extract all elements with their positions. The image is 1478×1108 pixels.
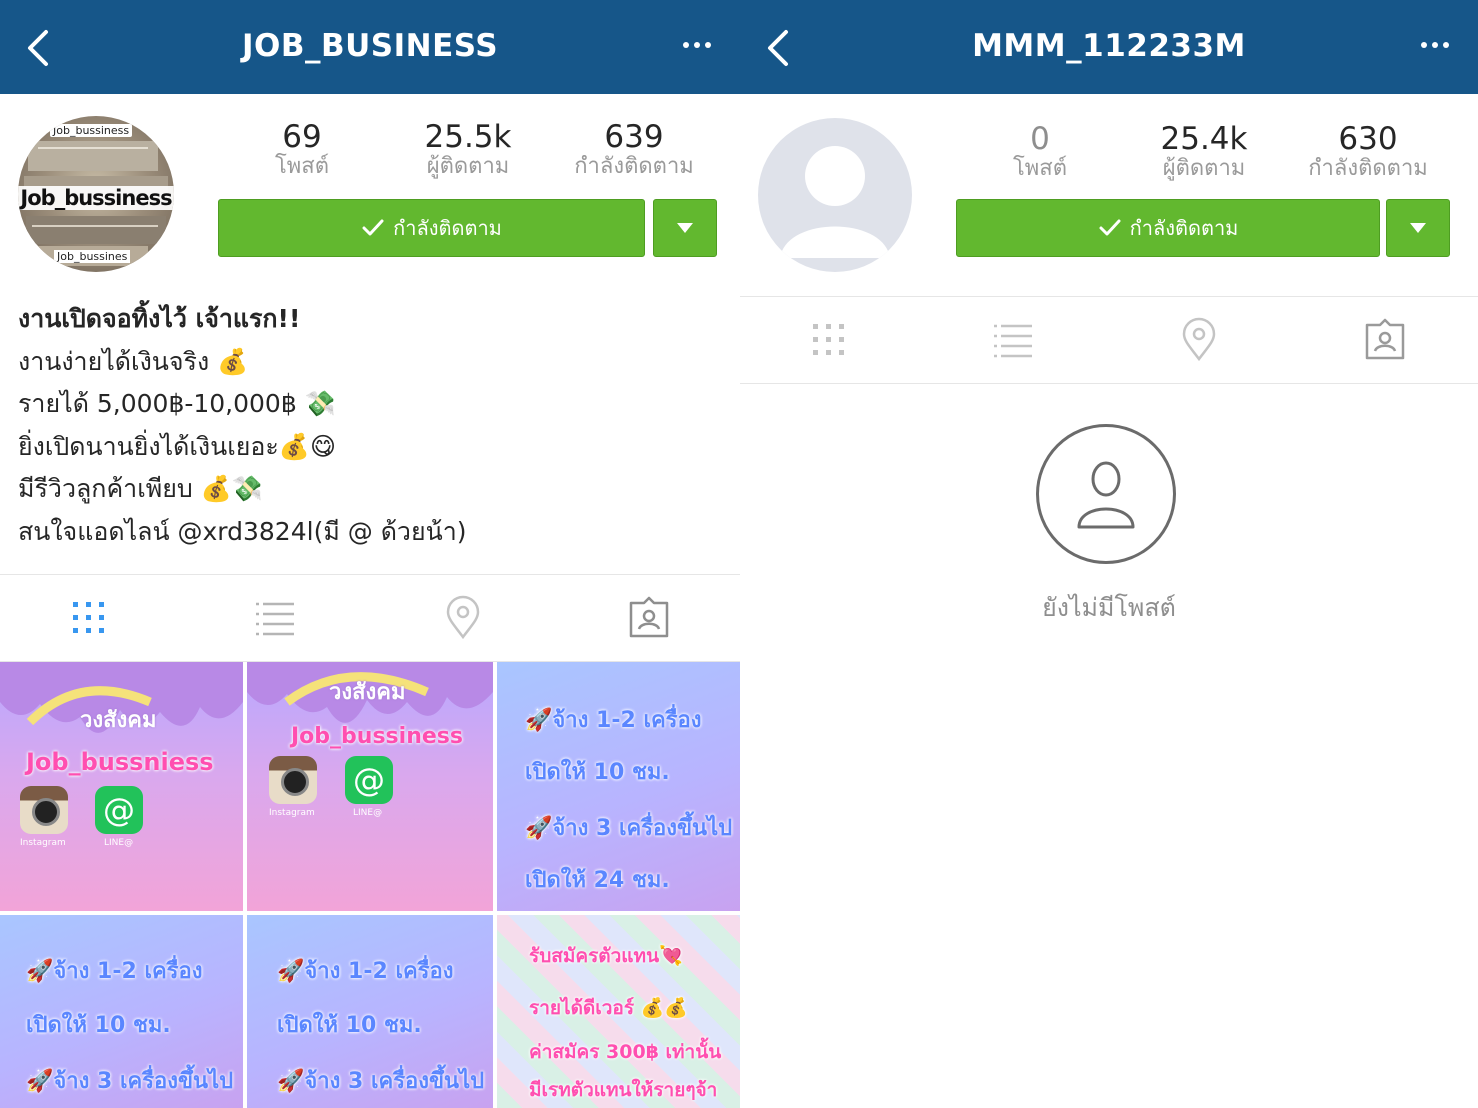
following-button-label: กำลังติดตาม <box>1129 216 1239 240</box>
following-label: กำลังติดตาม <box>1308 156 1428 181</box>
caret-down-icon <box>1410 223 1426 233</box>
post-title: วงสังคม <box>80 708 157 733</box>
person-outline-icon <box>1077 461 1135 529</box>
line-app-icon: @ <box>345 756 393 804</box>
following-button[interactable]: กำลังติดตาม <box>956 199 1380 257</box>
more-options-icon[interactable] <box>682 40 712 50</box>
posts-count: 0 <box>1030 121 1050 157</box>
post-line: 🚀จ้าง 3 เครื่องขึ้นไป <box>26 1069 234 1094</box>
post-line: เปิดให้ 10 ชม. <box>525 760 670 785</box>
followers-count: 25.4k <box>1160 121 1248 157</box>
following-button[interactable]: กำลังติดตาม <box>218 199 645 257</box>
post-line: เปิดให้ 10 ชม. <box>277 1013 422 1038</box>
bio-line: งานเปิดจอทิ้งไว้ เจ้าแรก!! <box>18 304 301 333</box>
post-brand: Job_bussiness <box>291 724 463 749</box>
person-silhouette-icon <box>780 146 890 258</box>
stat-followers[interactable]: 25.4k ผู้ติดตาม <box>1124 122 1284 182</box>
following-button-label: กำลังติดตาม <box>393 216 502 240</box>
followers-label: ผู้ติดตาม <box>1162 156 1246 181</box>
post-tile[interactable]: 🚀จ้าง 1-2 เครื่อง เปิดให้ 10 ชม. 🚀จ้าง 3… <box>0 915 243 1108</box>
caret-down-icon <box>677 223 693 233</box>
post-title: วงสังคม <box>329 680 406 705</box>
top-navbar: JOB_BUSINESS <box>0 0 740 94</box>
post-tile[interactable]: 🚀จ้าง 1-2 เครื่อง เปิดให้ 10 ชม. 🚀จ้าง 3… <box>247 915 493 1108</box>
post-tile[interactable]: วงสังคม Job_bussniess @ Instagram LINE@ <box>0 662 243 911</box>
location-pin-icon[interactable] <box>440 595 486 641</box>
post-line: รับสมัครตัวแทน💘 <box>529 945 683 967</box>
posts-label: โพสต์ <box>1012 156 1068 181</box>
posts-label: โพสต์ <box>274 154 330 179</box>
post-line: 🚀จ้าง 1-2 เครื่อง <box>525 708 702 733</box>
avatar-label-bottom: Job_bussines <box>54 250 131 263</box>
bio-line: ยิ่งเปิดนานยิ่งได้เงินเยอะ💰😋 <box>18 431 337 461</box>
bio-line: งานง่ายได้เงินจริง 💰 <box>18 346 249 376</box>
profile-username: MMM_112233M <box>972 28 1246 64</box>
profile-tab-bar <box>0 574 740 662</box>
post-brand: Job_bussniess <box>26 748 214 776</box>
grid-view-icon[interactable] <box>66 595 112 641</box>
post-line: เปิดให้ 10 ชม. <box>26 1013 171 1038</box>
post-line: 🚀จ้าง 1-2 เครื่อง <box>26 959 203 984</box>
profile-tab-bar <box>740 296 1478 384</box>
suggestions-dropdown-button[interactable] <box>1386 199 1450 257</box>
top-navbar: MMM_112233M <box>740 0 1478 94</box>
checkmark-icon <box>1099 219 1121 236</box>
list-view-icon[interactable] <box>990 317 1036 363</box>
instagram-label: Instagram <box>20 838 66 848</box>
checkmark-icon <box>362 219 384 236</box>
more-options-icon[interactable] <box>1420 40 1450 50</box>
line-app-icon: @ <box>95 786 143 834</box>
profile-username: JOB_BUSINESS <box>241 28 499 64</box>
post-line: รายได้ดีเวอร์ 💰💰 <box>529 997 688 1019</box>
post-tile[interactable]: วงสังคม Job_bussiness @ Instagram LINE@ <box>247 662 493 911</box>
tagged-photos-icon[interactable] <box>626 595 672 641</box>
following-label: กำลังติดตาม <box>574 154 694 179</box>
suggestions-dropdown-button[interactable] <box>653 199 717 257</box>
grid-view-icon[interactable] <box>806 317 852 363</box>
bio-line: สนใจแอดไลน์ @xrd3824l(มี @ ด้วยน้า) <box>18 516 467 546</box>
profile-job-business: JOB_BUSINESS Job_bussiness Job_bussiness… <box>0 0 740 1108</box>
stat-following[interactable]: 630 กำลังติดตาม <box>1288 122 1448 182</box>
post-line: ค่าสมัคร 300฿ เท่านั้น <box>529 1041 722 1063</box>
post-line: 🚀จ้าง 3 เครื่องขึ้นไป <box>277 1069 485 1094</box>
following-count: 630 <box>1338 121 1398 157</box>
post-tile[interactable]: 🚀จ้าง 1-2 เครื่อง เปิดให้ 10 ชม. 🚀จ้าง 3… <box>497 662 740 911</box>
profile-bio: งานเปิดจอทิ้งไว้ เจ้าแรก!! งานง่ายได้เงิ… <box>18 298 467 553</box>
bio-line: รายได้ 5,000฿-10,000฿ 💸 <box>18 389 336 418</box>
post-line: มีเรทตัวแทนให้รายๆจ้า <box>529 1079 718 1101</box>
instagram-app-icon <box>269 756 317 804</box>
line-label: LINE@ <box>104 838 134 848</box>
stat-posts[interactable]: 69 โพสต์ <box>222 120 382 180</box>
tagged-photos-icon[interactable] <box>1362 317 1408 363</box>
location-pin-icon[interactable] <box>1176 317 1222 363</box>
posts-count: 69 <box>282 119 322 155</box>
no-posts-message: ยังไม่มีโพสต์ <box>1042 593 1176 622</box>
instagram-label: Instagram <box>269 808 315 818</box>
avatar-label-top: Job_bussiness <box>50 124 133 137</box>
line-label: LINE@ <box>353 808 383 818</box>
profile-mmm-112233m: MMM_112233M 0 โพสต์ 25.4k ผู้ติดตาม 630 … <box>740 0 1478 1108</box>
instagram-app-icon <box>20 786 68 834</box>
avatar-label-main: Job_bussiness <box>18 186 174 210</box>
stat-posts[interactable]: 0 โพสต์ <box>960 122 1120 182</box>
default-avatar[interactable] <box>758 118 912 272</box>
list-view-icon[interactable] <box>252 595 298 641</box>
empty-posts-icon <box>1036 424 1176 564</box>
post-line: 🚀จ้าง 3 เครื่องขึ้นไป <box>525 816 733 841</box>
avatar[interactable]: Job_bussiness Job_bussiness Job_bussines <box>18 116 174 272</box>
posts-grid: วงสังคม Job_bussniess @ Instagram LINE@ … <box>0 662 740 1108</box>
followers-label: ผู้ติดตาม <box>426 154 510 179</box>
following-count: 639 <box>604 119 664 155</box>
stat-following[interactable]: 639 กำลังติดตาม <box>554 120 714 180</box>
post-tile[interactable]: รับสมัครตัวแทน💘 รายได้ดีเวอร์ 💰💰 ค่าสมัค… <box>497 915 740 1108</box>
bio-line: มีรีวิวลูกค้าเพียบ 💰💸 <box>18 474 263 503</box>
post-line: 🚀จ้าง 1-2 เครื่อง <box>277 959 454 984</box>
post-line: เปิดให้ 24 ชม. <box>525 868 670 893</box>
stat-followers[interactable]: 25.5k ผู้ติดตาม <box>388 120 548 180</box>
followers-count: 25.5k <box>424 119 512 155</box>
